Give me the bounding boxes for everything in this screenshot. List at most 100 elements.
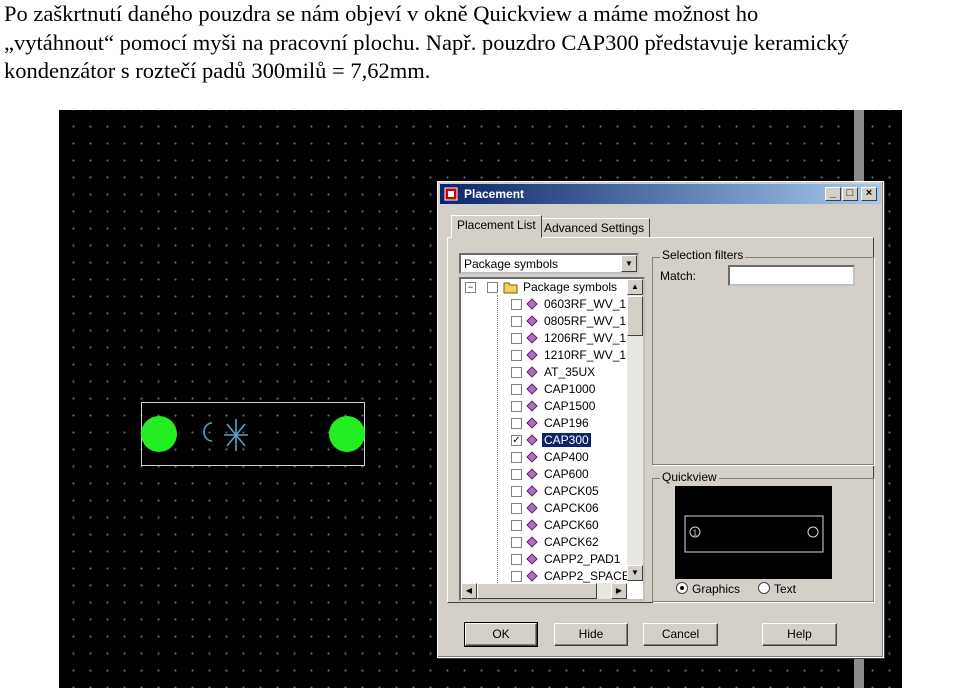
- tree-root-label: Package symbols: [523, 280, 618, 294]
- placement-dialog: Placement _ □ × Placement List Advanced …: [437, 181, 884, 658]
- package-label: 0603RF_WV_1: [544, 297, 627, 311]
- package-label: CAPP2_PAD1: [544, 552, 621, 566]
- graphics-radio[interactable]: Graphics: [676, 582, 740, 596]
- pad-1: [141, 416, 177, 452]
- tree-root[interactable]: − Package symbols: [465, 280, 625, 297]
- package-checkbox[interactable]: [511, 333, 522, 344]
- package-symbol-icon: [526, 400, 538, 412]
- package-checkbox[interactable]: [511, 469, 522, 480]
- package-label: CAP1000: [544, 382, 596, 396]
- package-checkbox[interactable]: [511, 401, 522, 412]
- symbol-type-combo[interactable]: Package symbols ▼: [459, 253, 639, 274]
- package-label: CAPCK06: [544, 501, 599, 515]
- package-label: AT_35UX: [544, 365, 596, 379]
- package-item[interactable]: CAP1000: [511, 382, 631, 399]
- package-label: CAP1500: [544, 399, 596, 413]
- package-item[interactable]: ✓ CAP300: [511, 433, 631, 450]
- scroll-left-icon[interactable]: ◀: [461, 583, 477, 599]
- minimize-button[interactable]: _: [825, 187, 841, 201]
- graphics-radio-dot[interactable]: [676, 582, 688, 594]
- package-symbol-icon: [526, 536, 538, 548]
- package-symbol-icon: [526, 553, 538, 565]
- package-item[interactable]: CAPCK62: [511, 535, 631, 552]
- package-checkbox[interactable]: [511, 486, 522, 497]
- package-item[interactable]: CAP1500: [511, 399, 631, 416]
- placement-app-icon: [444, 187, 458, 201]
- tab-placement-list[interactable]: Placement List: [451, 215, 542, 238]
- ok-button[interactable]: OK: [464, 622, 538, 647]
- package-checkbox[interactable]: [511, 537, 522, 548]
- cap300-footprint[interactable]: [141, 402, 365, 466]
- hscroll-thumb[interactable]: [477, 583, 597, 599]
- package-item[interactable]: AT_35UX: [511, 365, 631, 382]
- folder-open-icon: [503, 282, 518, 294]
- package-symbol-icon: [526, 434, 538, 446]
- package-item[interactable]: CAPCK05: [511, 484, 631, 501]
- package-checkbox[interactable]: [511, 384, 522, 395]
- package-checkbox[interactable]: [511, 520, 522, 531]
- package-checkbox[interactable]: [511, 554, 522, 565]
- dialog-title-bar[interactable]: Placement _ □ ×: [440, 184, 881, 204]
- match-input[interactable]: [728, 265, 855, 286]
- package-item[interactable]: 1206RF_WV_1: [511, 331, 631, 348]
- package-label: 1210RF_WV_1: [544, 348, 627, 362]
- tree-guide-line: [497, 295, 498, 585]
- package-checkbox[interactable]: [511, 503, 522, 514]
- maximize-button[interactable]: □: [842, 187, 858, 201]
- package-item[interactable]: CAP196: [511, 416, 631, 433]
- package-checkbox[interactable]: [511, 418, 522, 429]
- package-symbol-icon: [526, 332, 538, 344]
- package-item[interactable]: CAPCK60: [511, 518, 631, 535]
- tree-horizontal-scrollbar[interactable]: ◀ ▶: [461, 583, 627, 599]
- package-tree[interactable]: − Package symbols 0603RF_WV_1 0805RF_WV_1…: [459, 277, 645, 601]
- package-item[interactable]: 0603RF_WV_1: [511, 297, 631, 314]
- package-label: CAPCK05: [544, 484, 599, 498]
- package-item[interactable]: 0805RF_WV_1: [511, 314, 631, 331]
- package-label: CAP400: [544, 450, 589, 464]
- package-checkbox[interactable]: [511, 571, 522, 582]
- package-checkbox[interactable]: [511, 316, 522, 327]
- close-button[interactable]: ×: [861, 187, 877, 201]
- help-button[interactable]: Help: [762, 623, 837, 646]
- scroll-down-icon[interactable]: ▼: [627, 565, 643, 581]
- package-item[interactable]: CAP600: [511, 467, 631, 484]
- hide-button[interactable]: Hide: [554, 623, 628, 646]
- tree-vertical-scrollbar[interactable]: ▲ ▼: [627, 279, 643, 581]
- scroll-thumb[interactable]: [627, 296, 643, 336]
- cancel-button[interactable]: Cancel: [643, 623, 718, 646]
- collapse-toggle-icon[interactable]: −: [465, 282, 476, 293]
- package-item[interactable]: CAP400: [511, 450, 631, 467]
- package-symbol-icon: [526, 502, 538, 514]
- package-label: CAPP2_SPACE: [544, 569, 630, 583]
- quickview-title: Quickview: [660, 470, 719, 484]
- text-radio[interactable]: Text: [758, 582, 796, 596]
- dialog-title: Placement: [464, 187, 525, 201]
- combo-arrow-icon[interactable]: ▼: [621, 255, 637, 272]
- quickview-preview: 1: [675, 486, 832, 579]
- root-checkbox[interactable]: [487, 282, 498, 293]
- graphics-radio-label: Graphics: [692, 582, 741, 596]
- package-label: CAPCK60: [544, 518, 599, 532]
- package-symbol-icon: [526, 298, 538, 310]
- package-item[interactable]: 1210RF_WV_1: [511, 348, 631, 365]
- package-symbol-icon: [526, 349, 538, 361]
- text-radio-dot[interactable]: [758, 582, 770, 594]
- package-checkbox[interactable]: [511, 452, 522, 463]
- package-symbol-icon: [526, 383, 538, 395]
- document-paragraph: Po zaškrtnutí daného pouzdra se nám obje…: [4, 0, 956, 86]
- package-item[interactable]: CAPCK06: [511, 501, 631, 518]
- package-item[interactable]: CAPP2_PAD1: [511, 552, 631, 569]
- scroll-up-icon[interactable]: ▲: [627, 279, 643, 295]
- package-checkbox[interactable]: [511, 350, 522, 361]
- tab-advanced-settings[interactable]: Advanced Settings: [538, 218, 651, 238]
- paragraph-line-3: kondenzátor s roztečí padů 300milů = 7,6…: [4, 58, 431, 83]
- package-symbol-icon: [526, 485, 538, 497]
- refdes-marker: [203, 419, 248, 451]
- scroll-right-icon[interactable]: ▶: [611, 583, 627, 599]
- package-checkbox[interactable]: [511, 299, 522, 310]
- selection-filters-group: [652, 257, 874, 465]
- package-label: CAP300: [542, 433, 591, 447]
- package-checkbox[interactable]: [511, 367, 522, 378]
- package-checkbox[interactable]: ✓: [511, 435, 522, 446]
- text-radio-label: Text: [774, 582, 797, 596]
